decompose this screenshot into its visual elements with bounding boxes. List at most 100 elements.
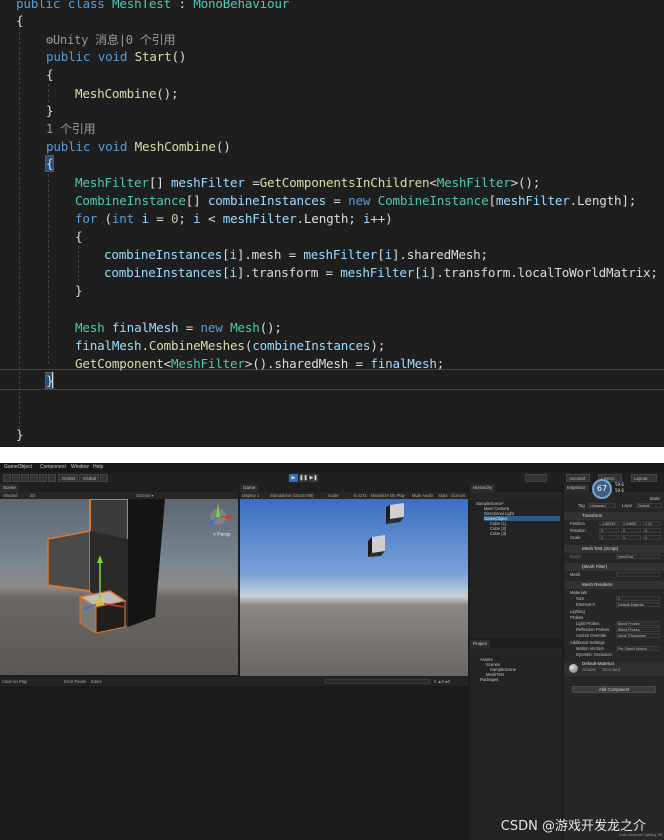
tab-game[interactable]: Game [240,484,259,492]
maximize-on-play-toggle[interactable]: Maximize On Play [371,493,405,498]
position-row: Position -1.88259 1.44658 7.12 [566,521,662,528]
gizmos-dropdown[interactable]: Gizmos ▾ [136,493,153,498]
editor-dropdown[interactable]: Editor [91,679,102,684]
reflection-probes-dropdown[interactable]: Blend Probes [616,627,660,632]
tab-inspector[interactable]: Inspector [564,484,589,492]
anchor-override-field[interactable]: None (Transform) [616,633,660,638]
stats-toggle[interactable]: Stats [438,493,448,498]
position-y-field[interactable]: 1.44658 [621,521,641,526]
mesh-field[interactable] [616,572,660,577]
snap-button[interactable] [100,474,108,482]
rotation-y-field[interactable]: 0 [621,528,641,533]
account-button[interactable]: Account [566,474,590,482]
code-line[interactable]: public class MeshTest : MonoBehaviour [16,0,289,14]
light-probes-dropdown[interactable]: Blend Probes [616,621,660,626]
menu-item-window[interactable]: Window [71,464,89,470]
code-line[interactable]: MeshCombine(); [75,84,179,104]
component-header-script[interactable]: Mesh Test (Script) [564,545,664,553]
menu-item-help[interactable]: Help [93,464,103,470]
layer-dropdown[interactable]: Default [636,503,662,508]
global-local-button[interactable]: Global [79,474,99,482]
add-component-button[interactable]: Add Component [572,686,656,693]
tab-hierarchy[interactable]: Hierarchy [470,484,496,492]
motion-vectors-dropdown[interactable]: Per Object Motion [616,646,660,651]
script-field: MeshTest [616,554,660,559]
error-pause-toggle[interactable]: Error Pause [64,679,86,684]
fps-rates: 59.6 59.6 [615,482,624,494]
code-line[interactable]: for (int i = 0; i < meshFilter.Length; i… [75,209,393,229]
scale-y-field[interactable]: 1 [621,535,641,540]
menu-item-gameobject[interactable]: GameObject [4,464,32,470]
2d-toggle[interactable]: 2D [30,493,35,498]
layout-button[interactable]: Layout [631,474,657,482]
resolution-dropdown[interactable]: Standalone (1024x768) [270,493,314,498]
mute-audio-toggle[interactable]: Mute Audio [412,493,433,498]
project-search[interactable] [470,648,562,656]
size-field[interactable]: 1 [616,596,660,601]
code-line[interactable]: public void Start() [46,47,186,67]
code-line[interactable]: { [46,154,54,174]
transform-tool-button[interactable] [48,474,56,482]
play-button[interactable]: ▶ [289,474,298,482]
code-line[interactable]: combineInstances[i].mesh = meshFilter[i]… [104,245,488,265]
rotate-tool-button[interactable] [21,474,29,482]
pause-button[interactable]: ❚❚ [299,474,308,482]
scene-viewport[interactable]: < Persp [0,499,238,675]
code-text: [] [185,193,208,208]
code-line[interactable]: finalMesh.CombineMeshes(combineInstances… [75,336,385,356]
position-z-field[interactable]: 7.12 [643,521,661,526]
code-line[interactable]: combineInstances[i].transform = meshFilt… [104,263,658,283]
static-toggle-row[interactable]: Static [566,496,662,503]
component-header-mesh-filter[interactable]: (Mesh Filter) [564,563,664,571]
shading-mode-dropdown[interactable]: Shaded [3,493,17,498]
hierarchy-search[interactable] [470,492,562,500]
code-line[interactable]: GetComponent<MeshFilter>().sharedMesh = … [75,354,444,374]
component-header-mesh-renderer[interactable]: Mesh Renderer [564,581,664,589]
scale-tool-button[interactable] [30,474,38,482]
tab-scene[interactable]: Scene [0,484,19,492]
code-line[interactable]: } [75,281,83,301]
code-text: } [75,283,83,298]
gizmos-toggle[interactable]: Gizmos [451,493,465,498]
code-line[interactable]: { [16,11,24,31]
step-button[interactable]: ▶❚ [309,474,318,482]
console-search-input[interactable] [325,679,430,684]
tag-value: Untagged [590,504,606,508]
move-tool-button[interactable] [12,474,20,482]
material-header[interactable]: Default-Material Shader Standard [564,661,664,676]
code-line[interactable]: } [46,101,54,121]
rect-tool-button[interactable] [39,474,47,482]
rotation-z-field[interactable]: 0 [643,528,661,533]
scale-z-field[interactable]: 1 [643,535,661,540]
code-line[interactable]: public void MeshCombine() [46,137,231,157]
dynamic-occlusion-row[interactable]: Dynamic Occlusion [566,652,662,659]
codelens-references[interactable]: 1 个引用 [46,119,96,139]
position-x-field[interactable]: -1.88259 [599,521,619,526]
hand-tool-button[interactable] [3,474,11,482]
code-line[interactable]: Mesh finalMesh = new Mesh(); [75,318,282,338]
tab-project[interactable]: Project [470,640,491,648]
element-field[interactable]: Default-Material [616,602,660,607]
code-editor[interactable]: public class MeshTest : MonoBehaviour { … [0,0,664,447]
code-line[interactable]: CombineInstance[] combineInstances = new… [75,191,636,211]
code-line[interactable]: } [16,425,24,445]
folder-packages[interactable]: Packages [480,677,498,682]
code-line[interactable]: { [46,65,54,85]
code-text: { [46,67,54,82]
shader-value[interactable]: Standard [602,666,620,674]
display-dropdown[interactable]: Display 1 [242,493,259,498]
scale-x-field[interactable]: 1 [599,535,619,540]
clear-on-play-toggle[interactable]: Clear on Play [2,679,27,684]
code-line[interactable]: { [75,227,83,247]
persp-label[interactable]: < Persp [213,532,231,538]
code-text: ( [97,211,113,226]
component-header-transform[interactable]: Transform [564,512,664,520]
code-line[interactable]: MeshFilter[] meshFilter =GetComponentsIn… [75,173,540,193]
game-viewport[interactable] [240,499,468,676]
tree-item-cube-3[interactable]: Cube (3) [490,531,506,536]
rotation-x-field[interactable]: 0 [599,528,619,533]
pivot-center-button[interactable]: Center [58,474,78,482]
collab-button[interactable] [525,474,547,482]
menu-item-component[interactable]: Component [40,464,66,470]
tag-dropdown[interactable]: Untagged [588,503,616,508]
